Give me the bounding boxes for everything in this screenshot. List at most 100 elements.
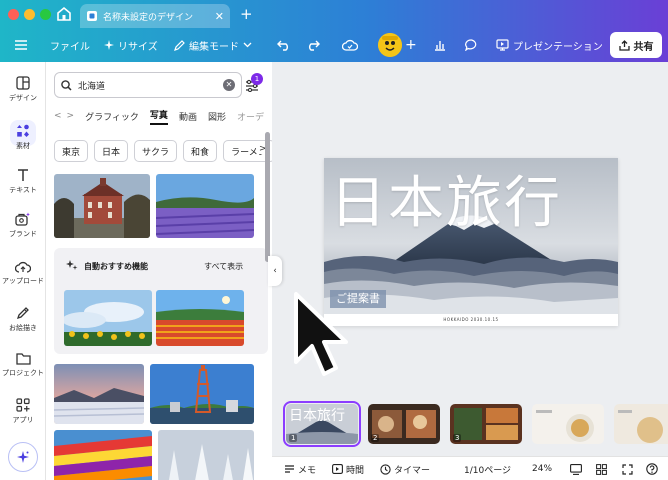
edit-mode-dropdown[interactable]: 編集モード xyxy=(174,28,252,62)
tabs-next-button[interactable]: > xyxy=(67,111,75,121)
timer-button[interactable]: タイマー xyxy=(380,457,430,480)
upload-icon xyxy=(15,261,31,273)
comments-button[interactable] xyxy=(465,28,478,62)
photo-sapporo-tv-tower[interactable] xyxy=(150,364,254,424)
tab-photos[interactable]: 写真 xyxy=(149,108,168,125)
chip-japan[interactable]: 日本 xyxy=(94,140,129,162)
rail-item-uploads[interactable]: アップロード xyxy=(0,260,46,286)
fullscreen-button[interactable] xyxy=(622,457,633,480)
tab-videos[interactable]: 動画 xyxy=(179,110,197,123)
share-button[interactable]: 共有 xyxy=(610,32,662,58)
cloud-icon xyxy=(342,39,358,51)
clock-icon xyxy=(380,463,391,475)
chip-tokyo[interactable]: 東京 xyxy=(54,140,89,162)
rail-item-projects[interactable]: プロジェクト xyxy=(0,352,46,378)
home-icon[interactable] xyxy=(54,5,74,23)
page-indicator[interactable]: 1/10ページ xyxy=(464,457,511,480)
slide-title[interactable]: 日本旅行 xyxy=(330,158,562,239)
chip-sakura[interactable]: サクラ xyxy=(134,140,178,162)
photo-red-brick-building[interactable] xyxy=(54,174,150,238)
user-avatar[interactable] xyxy=(378,33,402,57)
magic-resize-icon xyxy=(104,40,114,50)
timer-label: タイマー xyxy=(394,465,431,476)
tab-audio[interactable]: オーデ xyxy=(237,110,264,123)
insights-button[interactable] xyxy=(434,28,446,62)
grid-view-button[interactable] xyxy=(596,457,607,480)
add-collaborator-button[interactable]: + xyxy=(405,28,417,62)
rail-item-label: アプリ xyxy=(12,416,34,424)
rail-item-label: アップロード xyxy=(2,277,44,285)
rail-item-label: 素材 xyxy=(16,142,30,150)
thumbnail-view-button[interactable] xyxy=(570,457,582,480)
page-thumbnail[interactable]: 日本旅行 1 xyxy=(283,401,361,447)
page-number: 3 xyxy=(453,434,462,442)
document-tab-icon xyxy=(87,11,97,21)
redo-icon xyxy=(309,40,320,51)
svg-text:日本旅行: 日本旅行 xyxy=(289,408,345,424)
collapse-panel-button[interactable]: ‹ xyxy=(268,256,282,286)
hamburger-icon xyxy=(15,40,27,50)
zoom-level[interactable]: 24% xyxy=(532,457,552,480)
duration-button[interactable]: 時間 xyxy=(332,457,364,480)
rail-item-apps[interactable]: アプリ xyxy=(0,398,46,425)
rail-item-brand[interactable]: ブランド xyxy=(0,212,46,239)
page-thumbnail[interactable] xyxy=(532,404,604,444)
edit-mode-label: 編集モード xyxy=(189,41,239,53)
search-input[interactable]: 北海道 ✕ xyxy=(54,72,242,98)
help-button[interactable] xyxy=(646,457,658,480)
slide-canvas[interactable]: 日本旅行 ご提案書 HOKKAIDO 2030.10.15 xyxy=(324,158,618,326)
photo-frozen-sea-sunset[interactable] xyxy=(54,364,144,424)
sparkle-icon xyxy=(17,451,29,463)
photo-snowy-trees[interactable] xyxy=(158,430,254,480)
chip-washoku[interactable]: 和食 xyxy=(183,140,218,162)
cloud-save-status[interactable] xyxy=(342,28,358,62)
magic-assistant-button[interactable] xyxy=(8,442,38,472)
comment-icon xyxy=(465,39,477,51)
photo-lavender-field[interactable] xyxy=(156,174,254,238)
rail-item-text[interactable]: テキスト xyxy=(0,168,46,195)
clear-search-icon[interactable]: ✕ xyxy=(223,79,235,91)
see-all-link[interactable]: すべて表示 xyxy=(204,261,243,272)
rail-item-label: お絵描き xyxy=(9,324,37,332)
rail-item-elements[interactable]: 素材 xyxy=(0,124,46,151)
photo-sunflower-sky[interactable] xyxy=(64,290,152,346)
document-tab[interactable]: 名称未設定のデザイン ✕ xyxy=(80,4,230,28)
photo-tulip-field[interactable] xyxy=(156,290,244,346)
tab-graphics[interactable]: グラフィック xyxy=(85,110,139,123)
suggestion-chips: 東京 日本 サクラ 和食 ラーメン xyxy=(54,140,272,162)
page-thumbnails: 日本旅行 1 2 3 xyxy=(282,398,668,450)
mouse-cursor-icon xyxy=(294,292,348,376)
maximize-window-button[interactable] xyxy=(40,9,51,20)
rail-item-design[interactable]: デザイン xyxy=(0,76,46,103)
present-button[interactable]: プレゼンテーション xyxy=(496,28,603,62)
file-menu-label: ファイル xyxy=(50,41,90,53)
rail-item-draw[interactable]: お絵描き xyxy=(0,306,46,333)
page-thumbnail[interactable] xyxy=(614,404,668,444)
photo-flower-stripes[interactable] xyxy=(54,430,152,480)
brand-icon xyxy=(15,212,30,226)
rail-item-label: デザイン xyxy=(9,94,37,102)
new-tab-button[interactable]: + xyxy=(240,5,253,23)
file-menu-button[interactable]: ファイル xyxy=(50,28,90,62)
redo-button[interactable] xyxy=(306,28,320,62)
panel-scrollbar[interactable] xyxy=(265,132,270,262)
text-icon xyxy=(18,169,28,181)
duration-label: 時間 xyxy=(346,465,365,476)
document-tab-title: 名称未設定のデザイン xyxy=(103,12,194,23)
undo-button[interactable] xyxy=(277,28,291,62)
bottom-bar: メモ 時間 タイマー 1/10ページ 24% xyxy=(272,456,668,480)
slide-footer-text[interactable]: HOKKAIDO 2030.10.15 xyxy=(324,314,618,326)
play-box-icon xyxy=(332,464,343,474)
monitor-icon xyxy=(570,463,582,475)
page-thumbnail[interactable]: 2 xyxy=(368,404,440,444)
tab-shapes[interactable]: 図形 xyxy=(208,110,226,123)
tab-close-icon[interactable]: ✕ xyxy=(215,10,224,23)
tabs-prev-button[interactable]: < xyxy=(54,111,62,121)
menu-button[interactable] xyxy=(14,28,28,62)
resize-button[interactable]: リサイズ xyxy=(104,28,158,62)
minimize-window-button[interactable] xyxy=(24,9,35,20)
page-thumbnail[interactable]: 3 xyxy=(450,404,522,444)
notes-button[interactable]: メモ xyxy=(284,457,316,480)
close-window-button[interactable] xyxy=(8,9,19,20)
chevron-left-icon: ‹ xyxy=(273,266,277,276)
